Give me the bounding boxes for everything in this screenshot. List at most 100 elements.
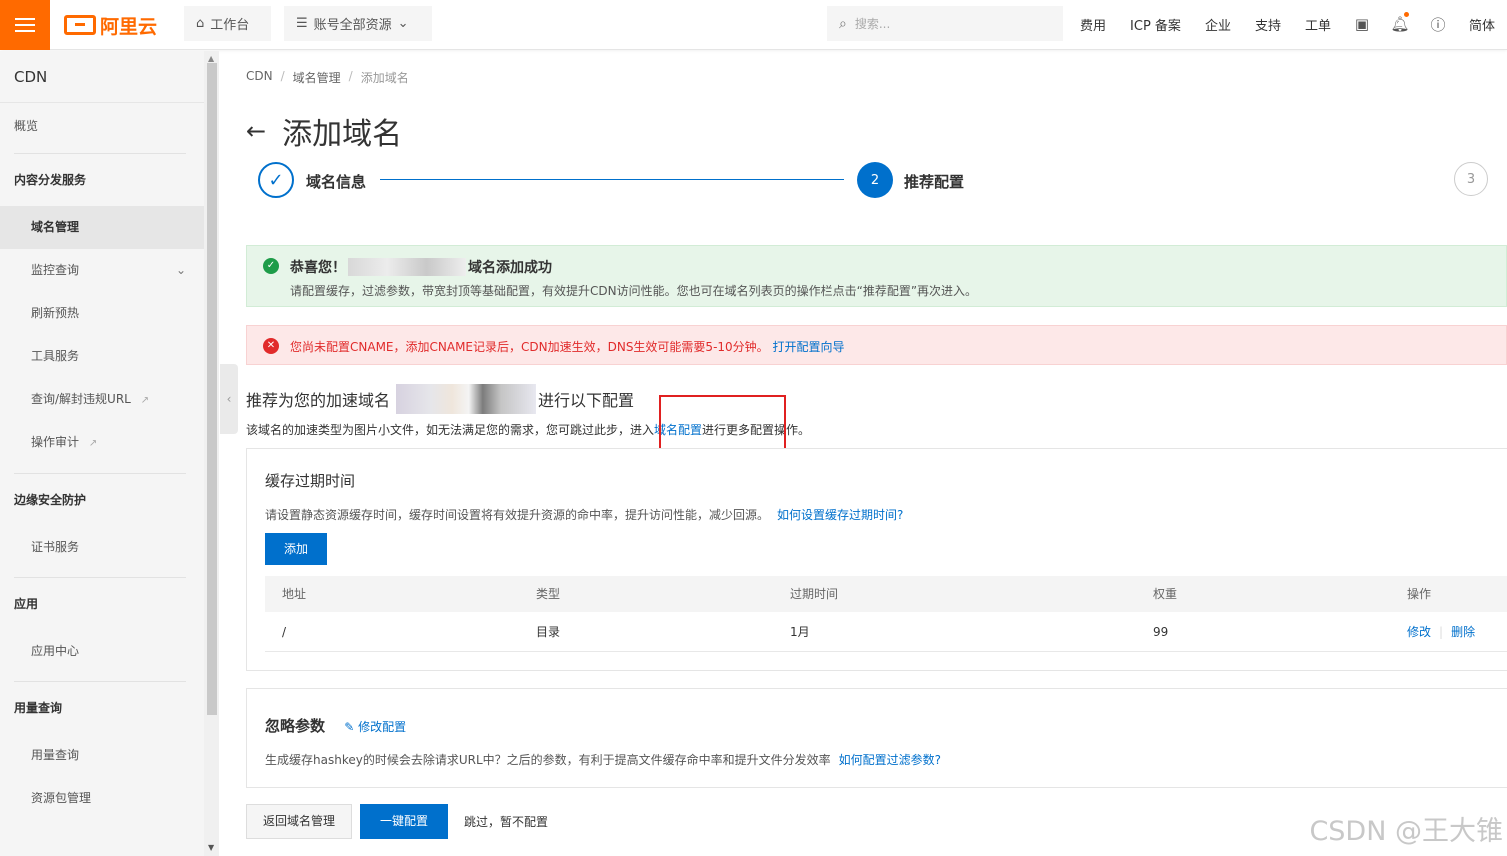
cell-actions: 修改 | 删除 — [1407, 625, 1476, 639]
edit-rule-link[interactable]: 修改 — [1407, 625, 1431, 639]
success-title: 恭喜您！ 域名添加成功 — [290, 258, 552, 276]
error-x-icon: ✕ — [263, 338, 279, 354]
cell-expire: 1月 — [790, 625, 810, 639]
ignore-card-title: 忽略参数 ✎ 修改配置 — [265, 717, 407, 735]
page-title: 添加域名 — [282, 117, 403, 152]
breadcrumb: CDN / 域名管理 / 添加域名 — [246, 69, 409, 86]
main-content: CDN / 域名管理 / 添加域名 ← 添加域名 ✓ 域名信息 2 推荐配置 3… — [246, 51, 1507, 856]
recommend-title: 推荐为您的加速域名 进行以下配置 — [246, 384, 634, 414]
logo-mark-icon — [64, 15, 96, 35]
cache-rules-table: 地址 类型 过期时间 权重 操作 / 目录 1月 99 修改 | 删除 — [265, 576, 1507, 652]
resources-dropdown[interactable]: ☰ 账号全部资源 ⌄ — [284, 6, 432, 41]
sidebar-group-security: 边缘安全防护 — [14, 493, 87, 507]
breadcrumb-cdn[interactable]: CDN — [246, 69, 273, 86]
sidebar-group-cdn: 内容分发服务 — [14, 173, 87, 187]
external-link-icon: ↗ — [140, 395, 150, 406]
cache-help-link[interactable]: 如何设置缓存过期时间? — [777, 508, 903, 522]
sidebar-item-label: 查询/解封违规URL — [31, 392, 131, 406]
skip-link[interactable]: 跳过，暂不配置 — [464, 813, 548, 830]
error-text: 您尚未配置CNAME，添加CNAME记录后，CDN加速生效，DNS生效可能需要5… — [290, 340, 845, 354]
nav-support[interactable]: 支持 — [1243, 15, 1293, 34]
workbench-label: 工作台 — [210, 18, 250, 33]
top-bar: 阿里云 ⌂ 工作台 ☰ 账号全部资源 ⌄ ⌕ 搜索... 费用 ICP 备案 企… — [0, 0, 1507, 50]
cell-address: / — [282, 625, 287, 639]
step-1-check-icon: ✓ — [258, 162, 294, 198]
nav-ticket[interactable]: 工单 — [1293, 15, 1343, 34]
col-weight: 权重 — [1153, 587, 1178, 601]
sidebar-item-label: 监控查询 — [31, 263, 80, 277]
language-switch[interactable]: 简体 — [1457, 15, 1507, 34]
sidebar-item-monitoring[interactable]: 监控查询 ⌄ — [0, 249, 204, 292]
bell-icon[interactable]: 🔔︎ — [1381, 12, 1419, 33]
success-check-icon: ✓ — [263, 258, 279, 274]
chevron-down-icon: ⌄ — [175, 263, 186, 277]
sidebar-item-domain-management[interactable]: 域名管理 — [0, 206, 204, 249]
sidebar-item-tools[interactable]: 工具服务 — [0, 335, 204, 378]
cell-weight: 99 — [1153, 625, 1169, 639]
watermark: CSDN @王大锥 — [1309, 816, 1503, 847]
sidebar-item-app-center[interactable]: 应用中心 — [0, 630, 204, 673]
help-icon[interactable]: ⓘ — [1419, 14, 1457, 35]
page-header: ← 添加域名 — [246, 109, 402, 153]
ignore-help-link[interactable]: 如何配置过滤参数? — [839, 753, 941, 767]
step-2-number: 2 — [857, 162, 893, 198]
search-input[interactable]: 搜索... — [855, 15, 890, 32]
back-arrow-icon[interactable]: ← — [246, 117, 266, 145]
sidebar-item-packages[interactable]: 资源包管理 — [0, 777, 204, 820]
blurred-domain — [396, 384, 537, 414]
nav-fee[interactable]: 费用 — [1068, 15, 1118, 34]
sidebar: CDN 概览 内容分发服务 域名管理 监控查询 ⌄ 刷新预热 工具服务 查询/解… — [0, 51, 204, 856]
resources-label: 账号全部资源 — [313, 18, 392, 33]
sidebar-item-violation-url[interactable]: 查询/解封违规URL ↗ — [0, 378, 204, 421]
terminal-icon[interactable]: ▣ — [1343, 15, 1381, 33]
step-line — [380, 179, 844, 180]
step-3-number: 3 — [1454, 162, 1488, 196]
sidebar-item-label: 操作审计 — [31, 435, 80, 449]
sidebar-item-overview[interactable]: 概览 — [0, 103, 204, 149]
delete-rule-link[interactable]: 删除 — [1451, 625, 1475, 639]
back-to-domains-button[interactable]: 返回域名管理 — [246, 804, 353, 839]
home-icon: ⌂ — [196, 16, 205, 31]
nav-icp[interactable]: ICP 备案 — [1118, 15, 1193, 34]
col-type: 类型 — [536, 587, 561, 601]
sidebar-item-cert[interactable]: 证书服务 — [0, 526, 204, 569]
col-address: 地址 — [282, 587, 307, 601]
scrollbar-thumb[interactable] — [207, 63, 217, 715]
footer-actions: 返回域名管理 一键配置 跳过，暂不配置 — [246, 804, 548, 839]
aliyun-logo[interactable]: 阿里云 — [64, 11, 157, 39]
add-cache-rule-button[interactable]: 添加 — [265, 533, 327, 565]
table-row: / 目录 1月 99 修改 | 删除 — [265, 612, 1507, 652]
config-guide-link[interactable]: 打开配置向导 — [773, 340, 845, 354]
workbench-button[interactable]: ⌂ 工作台 — [184, 6, 271, 41]
chevron-down-icon: ⌄ — [397, 16, 409, 31]
search-box[interactable]: ⌕ 搜索... — [827, 6, 1063, 41]
one-click-config-button[interactable]: 一键配置 — [360, 804, 449, 839]
cache-card-desc: 请设置静态资源缓存时间，缓存时间设置将有效提升资源的命中率，提升访问性能，减少回… — [265, 508, 904, 522]
success-alert: ✓ 恭喜您！ 域名添加成功 请配置缓存，过滤参数，带宽封顶等基础配置，有效提升C… — [246, 245, 1507, 307]
sidebar-item-refresh[interactable]: 刷新预热 — [0, 292, 204, 335]
sidebar-group-usage: 用量查询 — [14, 701, 63, 715]
cache-expire-card: 缓存过期时间 请设置静态资源缓存时间，缓存时间设置将有效提升资源的命中率，提升访… — [246, 448, 1507, 671]
external-link-icon: ↗ — [88, 438, 98, 449]
scroll-down-icon[interactable]: ▼ — [208, 843, 214, 852]
scroll-up-icon[interactable]: ▲ — [208, 54, 214, 63]
logo-text: 阿里云 — [100, 15, 158, 38]
step-2-label: 推荐配置 — [904, 173, 965, 191]
col-actions: 操作 — [1407, 587, 1432, 601]
step-1-label: 域名信息 — [306, 173, 367, 191]
error-alert: ✕ 您尚未配置CNAME，添加CNAME记录后，CDN加速生效，DNS生效可能需… — [246, 325, 1507, 365]
chevron-left-icon: ‹ — [226, 392, 232, 406]
search-icon: ⌕ — [839, 15, 847, 32]
sidebar-group-app: 应用 — [14, 597, 39, 611]
nav-enterprise[interactable]: 企业 — [1193, 15, 1243, 34]
success-body: 请配置缓存，过滤参数，带宽封顶等基础配置，有效提升CDN访问性能。您也可在域名列… — [290, 284, 978, 298]
sidebar-title: CDN — [0, 51, 204, 103]
edit-config-link[interactable]: ✎ 修改配置 — [344, 720, 406, 734]
sidebar-item-audit[interactable]: 操作审计 ↗ — [0, 421, 204, 464]
stepper: ✓ 域名信息 2 推荐配置 3 — [258, 162, 1507, 202]
sidebar-item-usage[interactable]: 用量查询 — [0, 734, 204, 777]
breadcrumb-domain-management[interactable]: 域名管理 — [293, 69, 341, 86]
sidebar-scrollbar[interactable]: ▲ ▼ — [204, 51, 219, 856]
sidebar-collapse-button[interactable]: ‹ — [220, 364, 238, 434]
menu-icon[interactable] — [0, 0, 50, 50]
